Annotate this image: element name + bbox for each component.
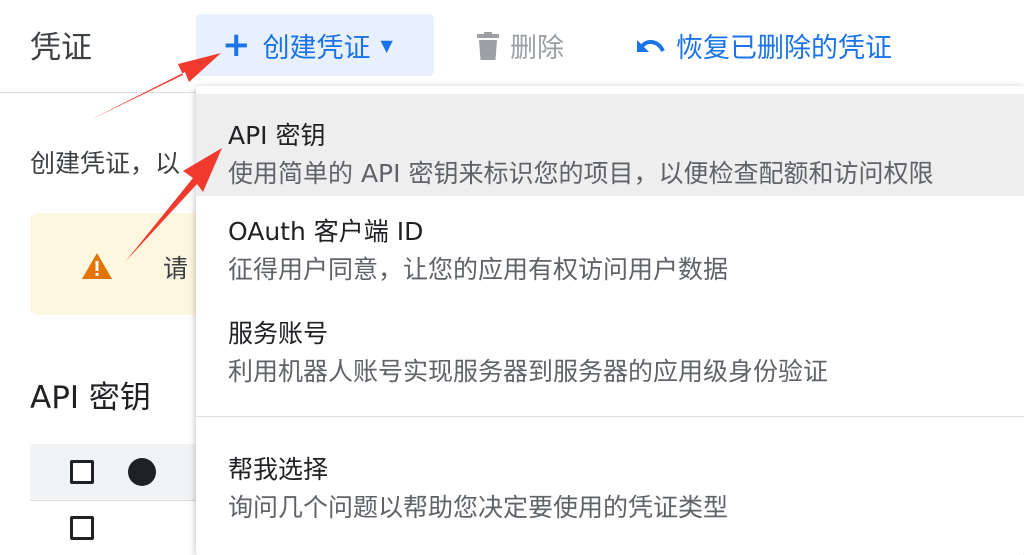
caret-down-icon: ▼	[380, 35, 393, 55]
create-credentials-button[interactable]: + 创建凭证 ▼	[196, 14, 434, 76]
menu-divider	[196, 416, 1024, 417]
create-credentials-label: 创建凭证	[262, 32, 371, 64]
trash-icon	[477, 31, 499, 60]
page-title: 凭证	[30, 30, 92, 66]
menu-item-description: 征得用户同意，让您的应用有权访问用户数据	[228, 255, 729, 284]
menu-item-service-account[interactable]: 服务账号 利用机器人账号实现服务器到服务器的应用级身份验证	[196, 302, 1024, 404]
warning-icon	[82, 253, 112, 279]
menu-item-description: 使用简单的 API 密钥来标识您的项目，以便检查配额和访问权限	[228, 159, 934, 188]
menu-item-description: 利用机器人账号实现服务器到服务器的应用级身份验证	[228, 357, 829, 386]
section-title: API 密钥	[30, 380, 151, 416]
menu-item-help-me-choose[interactable]: 帮我选择 询问几个问题以帮助您决定要使用的凭证类型	[196, 436, 1024, 538]
plus-icon: +	[222, 25, 251, 65]
intro-text: 创建凭证，以	[30, 149, 181, 178]
menu-item-api-key[interactable]: API 密钥 使用简单的 API 密钥来标识您的项目，以便检查配额和访问权限	[196, 94, 1024, 196]
create-credentials-menu: API 密钥 使用简单的 API 密钥来标识您的项目，以便检查配额和访问权限 O…	[196, 86, 1024, 555]
menu-item-title: API 密钥	[228, 121, 326, 150]
restore-deleted-button[interactable]: 恢复已删除的凭证	[636, 26, 892, 65]
delete-button[interactable]: 删除	[476, 26, 564, 65]
menu-item-title: OAuth 客户端 ID	[228, 217, 424, 246]
delete-label: 删除	[510, 33, 564, 64]
row-checkbox[interactable]	[70, 516, 94, 540]
select-all-checkbox[interactable]	[70, 460, 94, 484]
menu-item-title: 帮我选择	[228, 455, 329, 484]
warning-text: 请	[163, 254, 189, 283]
menu-item-title: 服务账号	[228, 319, 329, 348]
status-dot-icon	[128, 458, 156, 486]
restore-deleted-label: 恢复已删除的凭证	[676, 33, 892, 64]
undo-icon	[637, 39, 665, 52]
menu-item-description: 询问几个问题以帮助您决定要使用的凭证类型	[228, 493, 729, 522]
menu-item-oauth-client-id[interactable]: OAuth 客户端 ID 征得用户同意，让您的应用有权访问用户数据	[196, 198, 1024, 300]
